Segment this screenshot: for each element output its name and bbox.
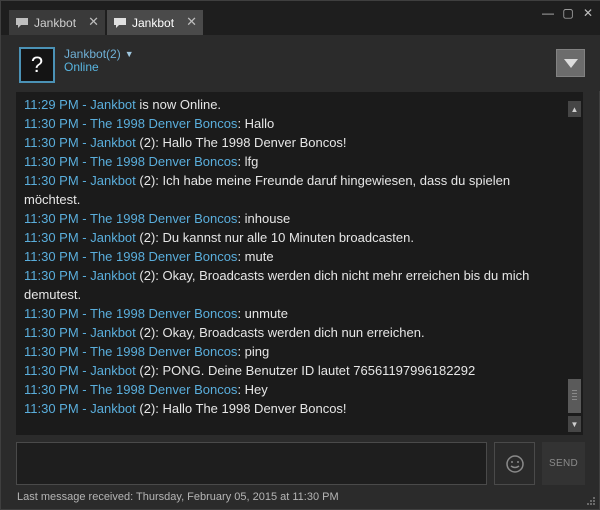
message-sender: The 1998 Denver Boncos (90, 154, 238, 169)
message-row: 11:30 PM - The 1998 Denver Boncos: ping (24, 342, 559, 361)
minimize-icon[interactable]: — (541, 6, 555, 20)
message-row: 11:29 PM - Jankbot is now Online. (24, 95, 559, 114)
message-row: 11:30 PM - Jankbot (2): Hallo The 1998 D… (24, 133, 559, 152)
message-time: 11:30 PM - (24, 173, 91, 188)
message-row: 11:30 PM - The 1998 Denver Boncos: mute (24, 247, 559, 266)
message-text: : Du kannst nur alle 10 Minuten broadcas… (155, 230, 414, 245)
message-time: 11:30 PM - (24, 401, 91, 416)
tab-jankbot-1[interactable]: Jankbot ✕ (9, 10, 105, 35)
window-controls: — ▢ ✕ (541, 6, 595, 20)
message-sender-tag: (2) (135, 401, 156, 416)
message-text: : Hallo (237, 116, 275, 131)
message-text: : Hallo The 1998 Denver Boncos! (155, 135, 347, 150)
chevron-down-icon (563, 58, 578, 68)
message-time: 11:30 PM - (24, 230, 91, 245)
friend-name: Jankbot(2) (64, 47, 121, 61)
chat-options-button[interactable] (556, 49, 585, 77)
last-message-status: Last message received: Thursday, Februar… (17, 491, 339, 503)
message-row: 11:30 PM - Jankbot (2): PONG. Deine Benu… (24, 361, 559, 380)
chevron-down-icon: ▼ (124, 49, 134, 59)
message-text: : unmute (237, 306, 289, 321)
resize-grip-icon[interactable] (585, 495, 595, 505)
message-sender: Jankbot (90, 173, 136, 188)
message-row: 11:30 PM - The 1998 Denver Boncos: inhou… (24, 209, 559, 228)
message-sender: The 1998 Denver Boncos (90, 211, 238, 226)
close-window-icon[interactable]: ✕ (581, 6, 595, 20)
message-sender: Jankbot (90, 268, 136, 283)
message-time: 11:30 PM - (24, 382, 90, 397)
message-time: 11:30 PM - (24, 325, 91, 340)
message-time: 11:30 PM - (24, 363, 91, 378)
message-sender: The 1998 Denver Boncos (90, 344, 238, 359)
message-sender-tag: (2) (135, 230, 156, 245)
message-row: 11:30 PM - The 1998 Denver Boncos: Hey (24, 380, 559, 399)
avatar[interactable]: ? (19, 47, 55, 83)
message-time: 11:30 PM - (24, 116, 90, 131)
friend-status: Online (64, 60, 99, 74)
scrollbar[interactable]: ▲ ▼ (567, 92, 583, 435)
tab-label: Jankbot (34, 15, 77, 30)
message-row: 11:30 PM - Jankbot (2): Hallo The 1998 D… (24, 399, 559, 418)
maximize-icon[interactable]: ▢ (561, 6, 575, 20)
message-row: 11:30 PM - Jankbot (2): Ich habe meine F… (24, 171, 559, 209)
message-row: 11:30 PM - Jankbot (2): Okay, Broadcasts… (24, 323, 559, 342)
message-row: 11:30 PM - The 1998 Denver Boncos: unmut… (24, 304, 559, 323)
message-row: 11:30 PM - The 1998 Denver Boncos: lfg (24, 152, 559, 171)
message-text: : Hallo The 1998 Denver Boncos! (155, 401, 347, 416)
message-input[interactable] (16, 442, 487, 485)
emoticon-button[interactable] (494, 442, 535, 485)
message-sender-tag: (2) (135, 135, 156, 150)
message-text: : Hey (237, 382, 268, 397)
message-sender: Jankbot (90, 97, 136, 112)
message-time: 11:30 PM - (24, 268, 91, 283)
message-sender-tag: (2) (135, 268, 156, 283)
message-sender-tag: (2) (135, 173, 156, 188)
message-time: 11:30 PM - (24, 154, 90, 169)
message-log[interactable]: 11:29 PM - Jankbot is now Online. 11:30 P… (16, 92, 567, 435)
message-time: 11:29 PM - (24, 97, 91, 112)
message-sender: Jankbot (90, 135, 136, 150)
message-time: 11:30 PM - (24, 344, 90, 359)
message-text: : lfg (237, 154, 259, 169)
message-sender: Jankbot (90, 401, 136, 416)
chat-bubble-icon (113, 17, 127, 29)
message-row: 11:30 PM - The 1998 Denver Boncos: Hallo (24, 114, 559, 133)
scroll-up-arrow-icon[interactable]: ▲ (568, 101, 581, 117)
tab-jankbot-2[interactable]: Jankbot ✕ (107, 10, 203, 35)
message-sender: The 1998 Denver Boncos (90, 382, 238, 397)
message-text: : PONG. Deine Benutzer ID lautet 7656119… (155, 363, 476, 378)
friend-name-dropdown[interactable]: Jankbot(2) ▼ (64, 47, 134, 61)
scroll-thumb[interactable] (568, 379, 581, 413)
message-row: 11:30 PM - Jankbot (2): Okay, Broadcasts… (24, 266, 559, 304)
close-icon[interactable]: ✕ (88, 14, 99, 30)
tab-label: Jankbot (132, 15, 175, 30)
chat-bubble-icon (15, 17, 29, 29)
scroll-down-arrow-icon[interactable]: ▼ (568, 416, 581, 432)
message-time: 11:30 PM - (24, 211, 90, 226)
tab-bar: Jankbot ✕ Jankbot ✕ — ▢ ✕ (1, 1, 600, 35)
message-time: 11:30 PM - (24, 249, 90, 264)
message-row: 11:30 PM - Jankbot (2): Du kannst nur al… (24, 228, 559, 247)
smiley-icon (505, 454, 524, 473)
message-time: 11:30 PM - (24, 135, 91, 150)
message-sender: The 1998 Denver Boncos (90, 249, 238, 264)
message-text: : ping (237, 344, 270, 359)
message-text: : mute (237, 249, 274, 264)
message-sender-tag: (2) (135, 363, 156, 378)
send-button[interactable]: SEND (542, 442, 585, 485)
message-sender: The 1998 Denver Boncos (90, 116, 238, 131)
message-sender: The 1998 Denver Boncos (90, 306, 238, 321)
message-text: : Okay, Broadcasts werden dich nun errei… (155, 325, 425, 340)
message-sender: Jankbot (90, 363, 136, 378)
message-sender: Jankbot (90, 325, 136, 340)
friend-header: ? Jankbot(2) ▼ Online (1, 35, 600, 91)
message-sender-tag: (2) (135, 325, 156, 340)
message-text: : inhouse (237, 211, 291, 226)
message-time: 11:30 PM - (24, 306, 90, 321)
message-text: is now Online. (135, 97, 222, 112)
close-icon[interactable]: ✕ (186, 14, 197, 30)
chat-window: Jankbot ✕ Jankbot ✕ — ▢ ✕ ? Jankbot(2) ▼… (0, 0, 600, 510)
message-sender: Jankbot (90, 230, 136, 245)
